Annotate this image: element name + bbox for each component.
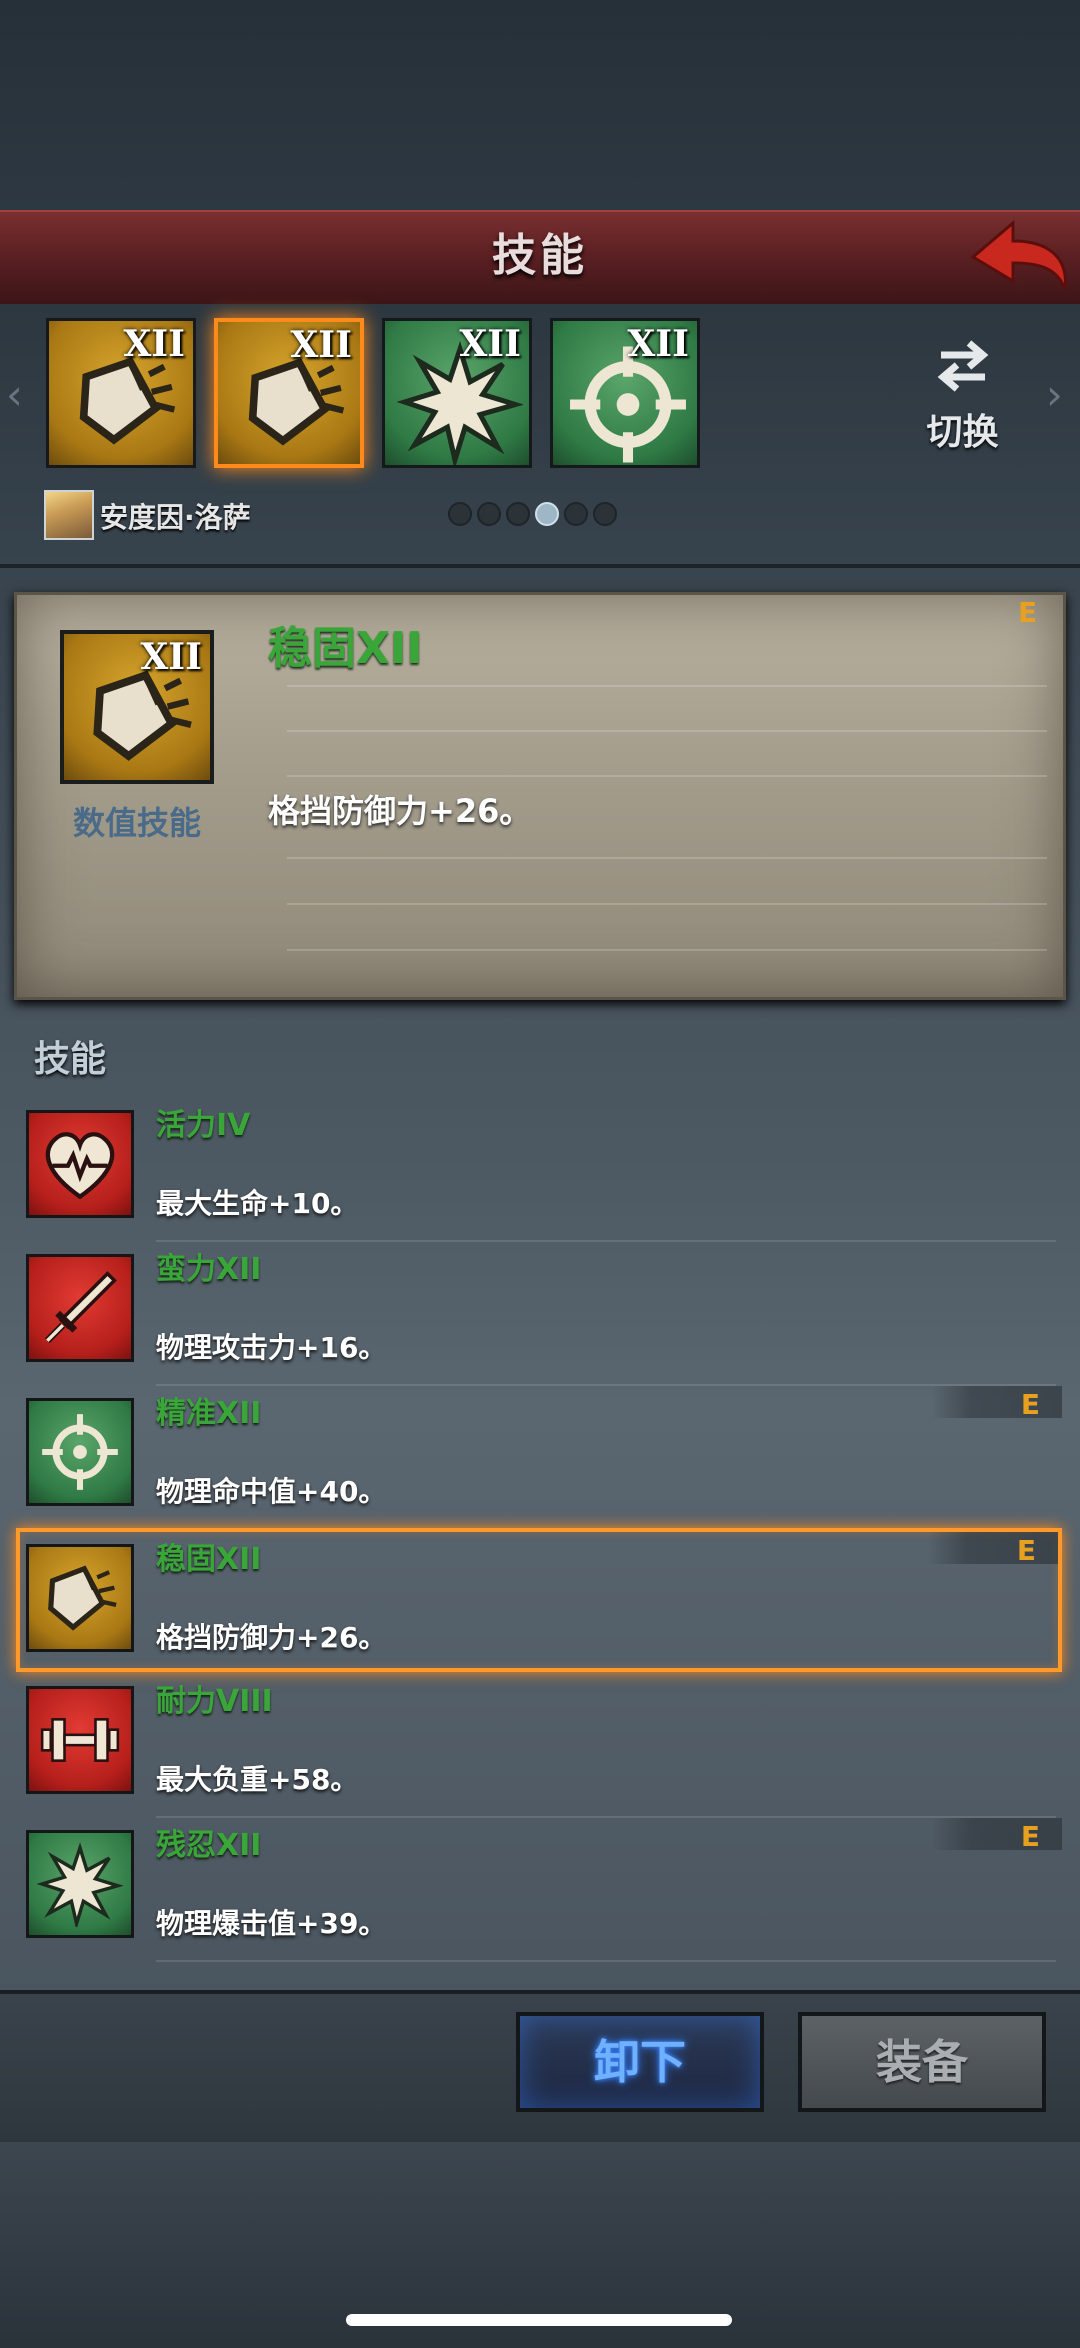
skill-description: 物理命中值+40。 bbox=[156, 1475, 387, 1508]
scroll-left-icon[interactable]: ‹ bbox=[6, 370, 23, 419]
dumbbell-icon bbox=[40, 1718, 120, 1762]
equip-button[interactable]: 装备 bbox=[798, 2012, 1046, 2112]
grade-badge: E bbox=[1020, 1820, 1040, 1853]
skill-icon-box bbox=[26, 1110, 134, 1218]
skill-icon-box bbox=[26, 1254, 134, 1362]
grade-tag-bg bbox=[932, 1818, 1062, 1850]
hero-name: 安度因·洛萨 bbox=[100, 501, 251, 534]
divider bbox=[287, 685, 1047, 687]
skill-description: 物理爆击值+39。 bbox=[156, 1907, 387, 1940]
slot-level: XII bbox=[627, 323, 689, 365]
swap-label: 切换 bbox=[926, 412, 999, 453]
skill-row-steadfast[interactable]: 稳固XII 格挡防御力+26。 E bbox=[16, 1528, 1062, 1672]
skill-name: 精准XII bbox=[156, 1396, 262, 1431]
grade-tag-bg bbox=[932, 1386, 1062, 1418]
page-dot bbox=[506, 502, 530, 526]
sword-icon bbox=[44, 1271, 117, 1344]
crosshair-icon bbox=[42, 1414, 118, 1490]
skill-icon-box bbox=[26, 1544, 134, 1652]
skill-name: 稳固XII bbox=[156, 1542, 262, 1577]
burst-star-icon bbox=[37, 1842, 123, 1927]
detail-skill-type: 数值技能 bbox=[72, 804, 201, 842]
detail-grade-badge: E bbox=[1018, 596, 1038, 629]
slot-level: XII bbox=[290, 324, 352, 366]
skill-icon-box bbox=[26, 1830, 134, 1938]
page-dot bbox=[448, 502, 472, 526]
skill-description: 最大生命+10。 bbox=[156, 1187, 359, 1220]
swap-arrows-icon bbox=[937, 340, 988, 392]
row-divider bbox=[156, 1960, 1056, 1962]
back-button[interactable] bbox=[965, 215, 1075, 295]
page-dot bbox=[535, 502, 559, 526]
skills-section-heading: 技能 bbox=[34, 1039, 107, 1080]
detail-skill-description: 格挡防御力+26。 bbox=[268, 792, 532, 830]
skill-row-endurance[interactable]: 耐力VIII 最大负重+58。 bbox=[20, 1674, 1062, 1818]
skill-row-brute-force[interactable]: 蛮力XII 物理攻击力+16。 bbox=[20, 1242, 1062, 1386]
grade-tag-bg bbox=[928, 1532, 1058, 1564]
detail-skill-name: 稳固XII bbox=[268, 623, 423, 674]
divider bbox=[287, 903, 1047, 905]
shield-broken-icon bbox=[48, 1565, 117, 1631]
divider bbox=[287, 730, 1047, 732]
skill-description: 最大负重+58。 bbox=[156, 1763, 359, 1796]
skill-row-vitality[interactable]: 活力IV 最大生命+10。 bbox=[20, 1098, 1062, 1242]
page-indicator bbox=[448, 502, 622, 530]
scroll-right-icon[interactable]: › bbox=[1046, 370, 1063, 419]
divider bbox=[287, 857, 1047, 859]
skill-icon-box bbox=[26, 1686, 134, 1794]
grade-badge: E bbox=[1016, 1534, 1036, 1567]
skill-description: 物理攻击力+16。 bbox=[156, 1331, 387, 1364]
equipped-slot-1[interactable]: XII bbox=[46, 318, 196, 468]
skill-row-precision[interactable]: 精准XII 物理命中值+40。 E bbox=[20, 1386, 1062, 1530]
page-dot bbox=[593, 502, 617, 526]
skill-name: 残忍XII bbox=[156, 1828, 262, 1863]
skill-row-brutality[interactable]: 残忍XII 物理爆击值+39。 E bbox=[20, 1818, 1062, 1962]
page-dot bbox=[477, 502, 501, 526]
detail-skill-icon: XII bbox=[60, 630, 214, 784]
slot-level: XII bbox=[123, 323, 185, 365]
equipped-slot-4[interactable]: XII bbox=[550, 318, 700, 468]
equipped-slot-2[interactable]: XII bbox=[214, 318, 364, 468]
grade-badge: E bbox=[1020, 1388, 1040, 1421]
home-indicator[interactable] bbox=[346, 2314, 732, 2326]
hero-avatar bbox=[44, 490, 94, 540]
skill-name: 耐力VIII bbox=[156, 1684, 273, 1719]
equipped-slot-3[interactable]: XII bbox=[382, 318, 532, 468]
unequip-button[interactable]: 卸下 bbox=[516, 2012, 764, 2112]
divider bbox=[287, 775, 1047, 777]
slot-level: XII bbox=[459, 323, 521, 365]
page-title: 技能 bbox=[492, 230, 588, 281]
swap-button[interactable]: 切换 bbox=[905, 335, 1020, 465]
skill-icon-box bbox=[26, 1398, 134, 1506]
page-dot bbox=[564, 502, 588, 526]
back-arrow-icon bbox=[970, 219, 1067, 290]
skill-description: 格挡防御力+26。 bbox=[156, 1621, 387, 1654]
skill-name: 活力IV bbox=[156, 1108, 251, 1143]
heart-pulse-icon bbox=[45, 1132, 115, 1200]
divider bbox=[287, 949, 1047, 951]
detail-level: XII bbox=[140, 636, 202, 678]
skill-name: 蛮力XII bbox=[156, 1252, 262, 1287]
